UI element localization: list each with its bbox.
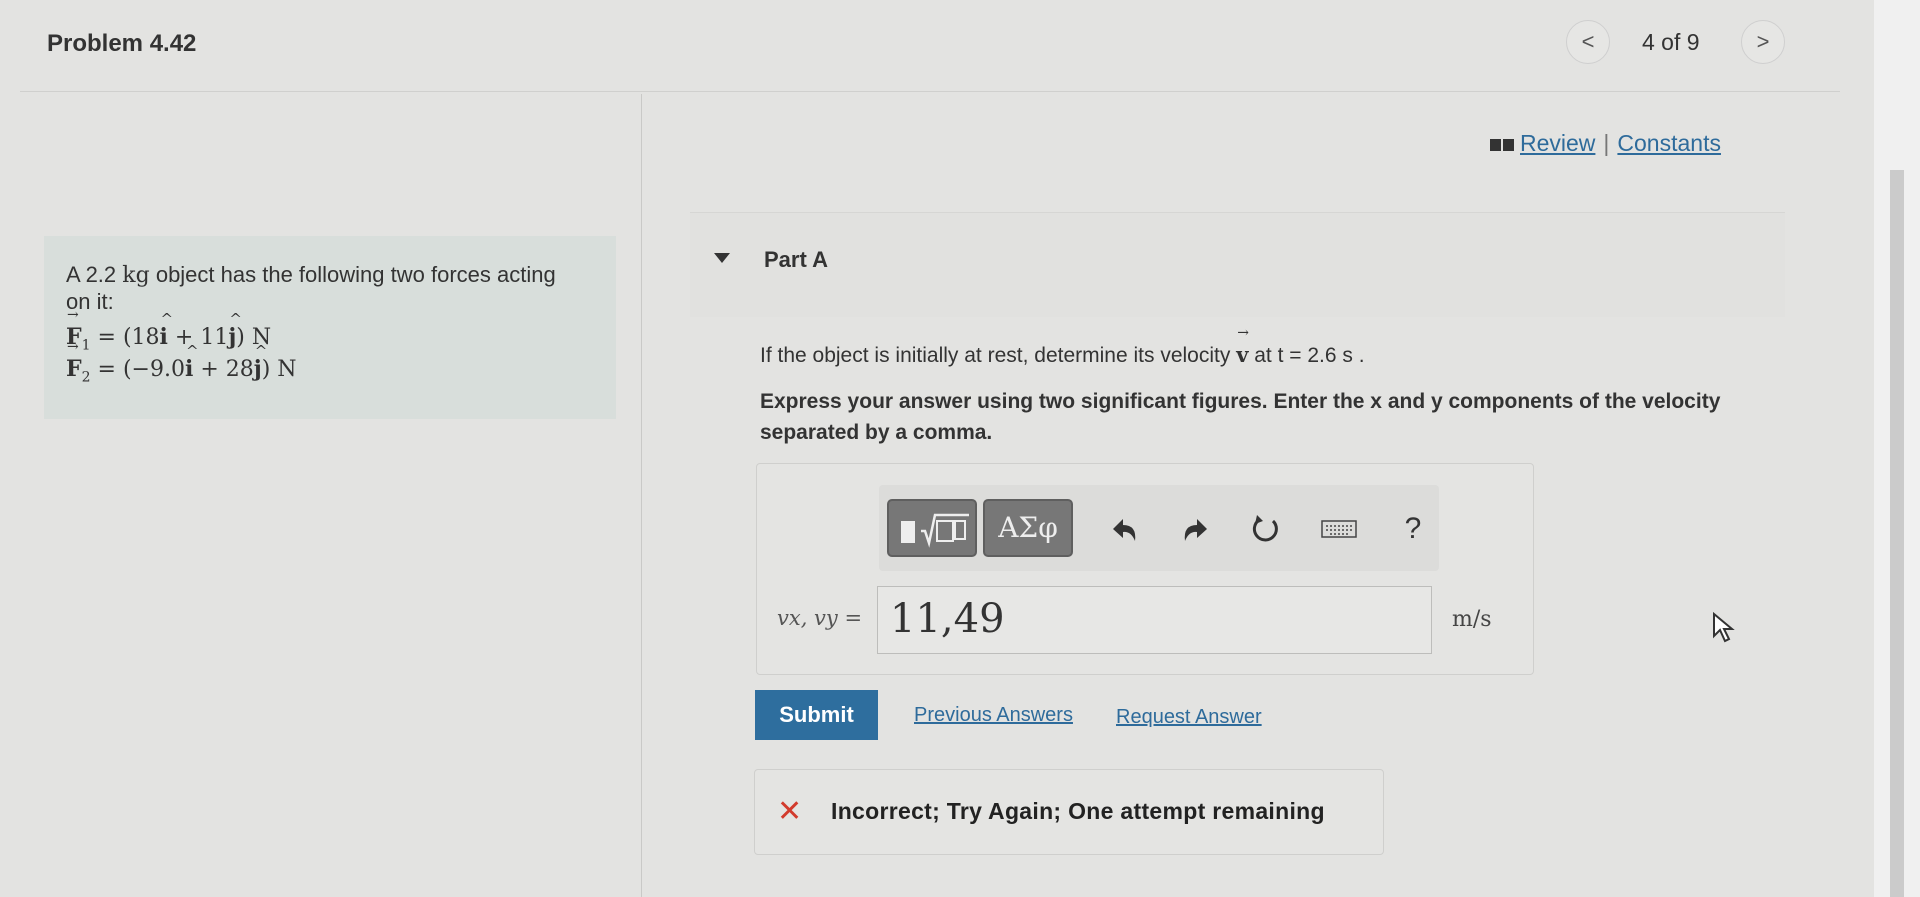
problem-statement: A 2.2 kg object has the following two fo… [66,262,556,314]
request-answer-link[interactable]: Request Answer [1116,706,1262,729]
chevron-right-icon: > [1756,29,1770,54]
header-divider [20,91,1840,92]
redo-icon[interactable] [1175,511,1215,547]
header: Problem 4.42 < 4 of 9 > [0,0,1880,92]
submit-button[interactable]: Submit [755,690,878,740]
reset-icon[interactable] [1245,511,1285,547]
next-problem-button[interactable]: > [1741,20,1785,64]
problem-title: Problem 4.42 [47,30,197,57]
previous-answers-link[interactable]: Previous Answers [914,704,1073,727]
answer-instructions: Express your answer using two significan… [760,390,1721,444]
part-title: Part A [764,247,828,272]
mouse-cursor-icon [1712,611,1740,649]
page-counter: 4 of 9 [1642,29,1700,55]
chevron-left-icon: < [1581,29,1595,54]
problem-statement-box: A 2.2 kg object has the following two fo… [44,236,616,419]
templates-icon [901,513,969,548]
feedback-message: Incorrect; Try Again; One attempt remain… [831,798,1325,824]
undo-icon[interactable] [1105,511,1145,547]
previous-problem-button[interactable]: < [1566,20,1610,64]
constants-link[interactable]: Constants [1617,130,1721,156]
resource-links: Review | Constants [1490,130,1721,157]
scrollbar-thumb[interactable] [1890,170,1904,897]
help-icon[interactable]: ? [1393,511,1433,547]
math-toolbar: ΑΣφ ? [879,485,1439,571]
pane-divider [641,94,642,897]
force-2-equation: F2 = (−9.0i + 28j) N [66,339,297,385]
feedback-box: ✕ Incorrect; Try Again; One attempt rema… [754,769,1384,855]
book-icon [1490,138,1514,151]
answer-input[interactable]: 11,49 [877,586,1432,654]
force-1-equation: F1 = (18i + 11j) N [66,307,271,353]
collapse-triangle-icon[interactable] [714,253,730,263]
unit-label: m/s [1452,607,1492,632]
answer-box: ΑΣφ ? vx, vy = 11,49 m/s [756,463,1534,675]
incorrect-x-icon: ✕ [777,795,803,828]
variable-label: vx, vy = [777,606,863,630]
review-link[interactable]: Review [1520,130,1595,156]
templates-button[interactable] [887,499,977,557]
question-text: If the object is initially at rest, dete… [760,325,1365,368]
keyboard-icon[interactable] [1319,511,1359,547]
part-a-header[interactable]: Part A [690,212,1785,317]
symbols-button[interactable]: ΑΣφ [983,499,1073,557]
